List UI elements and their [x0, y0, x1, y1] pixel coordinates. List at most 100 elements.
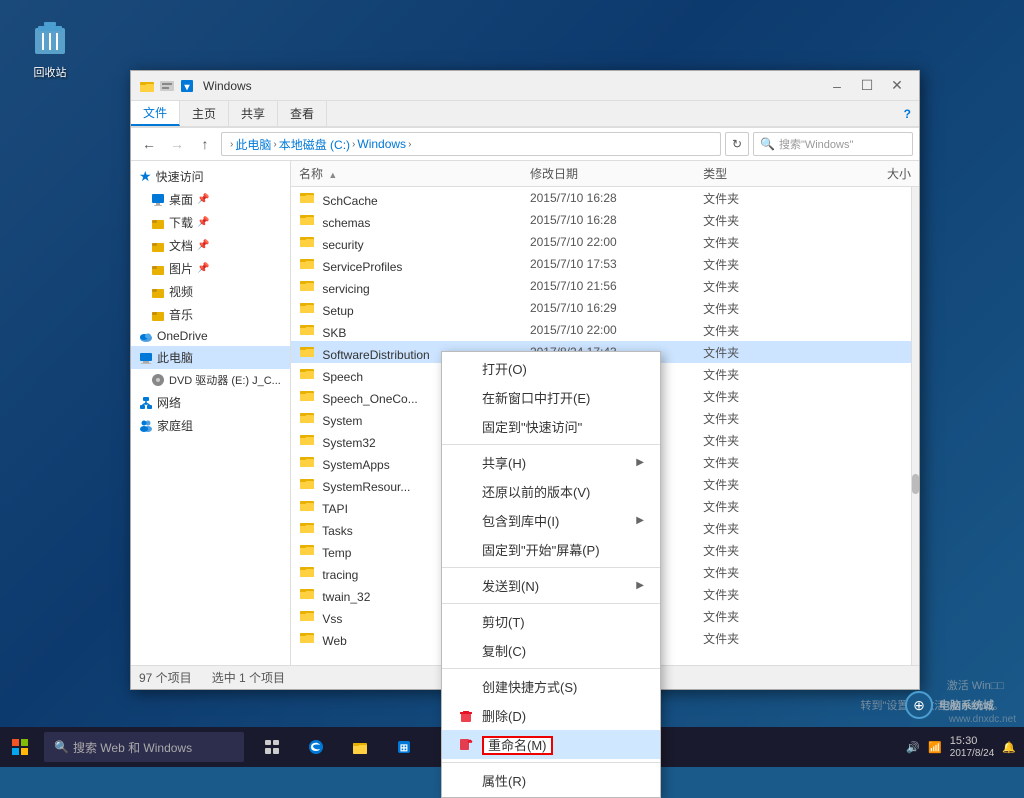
folder-icon — [299, 282, 315, 296]
table-row[interactable]: ServiceProfiles 2015/7/10 17:53 文件夹 — [291, 253, 919, 275]
recycle-bin-icon[interactable]: 回收站 — [20, 20, 80, 80]
menu-icon — [458, 542, 474, 558]
tab-share[interactable]: 共享 — [229, 101, 278, 126]
sidebar-item-thispc[interactable]: 此电脑 — [131, 346, 290, 369]
window-controls: – ☐ ✕ — [823, 74, 911, 98]
site-logo-icon: ⊕ — [905, 691, 933, 719]
context-menu-item[interactable]: 删除(D) — [442, 701, 660, 730]
context-menu-item[interactable]: 包含到库中(I)▶ — [442, 506, 660, 535]
menu-icon — [458, 614, 474, 630]
folder-icon — [299, 326, 315, 340]
status-count: 97 个项目 — [139, 669, 192, 686]
table-row[interactable]: schemas 2015/7/10 16:28 文件夹 — [291, 209, 919, 231]
close-button[interactable]: ✕ — [883, 74, 911, 98]
forward-button[interactable]: → — [165, 132, 189, 156]
context-menu-item[interactable]: 创建快捷方式(S) — [442, 672, 660, 701]
table-row[interactable]: servicing 2015/7/10 21:56 文件夹 — [291, 275, 919, 297]
file-name: security — [299, 233, 530, 252]
context-menu-item[interactable]: 重命名(M) — [442, 730, 660, 759]
sidebar-item-dvd[interactable]: DVD 驱动器 (E:) J_C... — [131, 369, 290, 391]
chevron-icon-2: › — [271, 139, 278, 150]
maximize-button[interactable]: ☐ — [853, 74, 881, 98]
minimize-button[interactable]: – — [823, 74, 851, 98]
quick-access-icon: ▾ — [179, 78, 195, 94]
tab-view[interactable]: 查看 — [278, 101, 327, 126]
context-menu-item[interactable]: 固定到"快速访问" — [442, 412, 660, 441]
file-type: 文件夹 — [703, 322, 818, 339]
table-row[interactable]: SchCache 2015/7/10 16:28 文件夹 — [291, 187, 919, 209]
sidebar-item-pictures[interactable]: 图片 📌 — [131, 257, 290, 280]
logo-symbol: ⊕ — [913, 697, 925, 714]
tab-home[interactable]: 主页 — [180, 101, 229, 126]
scrollbar-track[interactable] — [911, 187, 919, 665]
menu-icon — [458, 361, 474, 377]
menu-item-label: 复制(C) — [482, 641, 526, 660]
notification-btn[interactable]: 🔔 — [1002, 741, 1016, 754]
breadcrumb-computer[interactable]: 此电脑 — [235, 136, 271, 153]
sidebar-item-onedrive[interactable]: OneDrive — [131, 326, 290, 346]
col-type-header[interactable]: 类型 — [703, 165, 818, 182]
col-size-header[interactable]: 大小 — [819, 165, 911, 182]
table-row[interactable]: SKB 2015/7/10 22:00 文件夹 — [291, 319, 919, 341]
tab-file[interactable]: 文件 — [131, 101, 180, 126]
up-button[interactable]: ↑ — [193, 132, 217, 156]
sidebar-item-quickaccess[interactable]: ★ 快速访问 — [131, 165, 290, 188]
context-menu-item[interactable]: 在新窗口中打开(E) — [442, 383, 660, 412]
address-path[interactable]: › 此电脑 › 本地磁盘 (C:) › Windows › — [221, 132, 721, 156]
start-button[interactable] — [0, 727, 40, 767]
sidebar-item-downloads[interactable]: 下载 📌 — [131, 211, 290, 234]
back-button[interactable]: ← — [137, 132, 161, 156]
menu-item-label: 创建快捷方式(S) — [482, 677, 577, 696]
system-tray[interactable]: 🔊 — [906, 741, 920, 754]
help-button[interactable]: ? — [896, 101, 919, 126]
file-date: 2015/7/10 16:28 — [530, 213, 703, 227]
scrollbar-thumb[interactable] — [912, 474, 919, 494]
context-menu-item[interactable]: 发送到(N)▶ — [442, 571, 660, 600]
context-menu-item[interactable]: 打开(O) — [442, 354, 660, 383]
store-button[interactable]: ⊞ — [384, 727, 424, 767]
search-icon: 🔍 — [760, 137, 775, 151]
breadcrumb-windows[interactable]: Windows — [357, 137, 406, 151]
context-menu-item[interactable]: 复制(C) — [442, 636, 660, 665]
task-view-button[interactable] — [252, 727, 292, 767]
explorer-button[interactable] — [340, 727, 380, 767]
sidebar-item-documents[interactable]: 文档 📌 — [131, 234, 290, 257]
folder-icon — [299, 216, 315, 230]
breadcrumb-drive[interactable]: 本地磁盘 (C:) — [279, 136, 350, 153]
col-name-header[interactable]: 名称 ▲ — [299, 165, 530, 182]
submenu-arrow: ▶ — [636, 515, 644, 526]
taskbar-right: 🔊 📶 15:302017/8/24 🔔 — [906, 735, 1024, 759]
task-view-icon — [263, 738, 281, 756]
folder-icon — [299, 502, 315, 516]
recycle-bin-label: 回收站 — [34, 64, 67, 80]
sidebar-item-music[interactable]: 音乐 — [131, 303, 290, 326]
pictures-folder-icon — [151, 262, 165, 276]
file-type: 文件夹 — [703, 256, 818, 273]
context-menu-item[interactable]: 固定到"开始"屏幕(P) — [442, 535, 660, 564]
network-tray[interactable]: 📶 — [928, 741, 942, 754]
context-menu-item[interactable]: 共享(H)▶ — [442, 448, 660, 477]
context-menu-item[interactable]: 属性(R) — [442, 766, 660, 795]
col-date-header[interactable]: 修改日期 — [530, 165, 703, 182]
submenu-arrow: ▶ — [636, 457, 644, 468]
table-row[interactable]: security 2015/7/10 22:00 文件夹 — [291, 231, 919, 253]
menu-item-label: 发送到(N) — [482, 576, 539, 595]
computer-icon — [139, 351, 153, 365]
file-name: Setup — [299, 299, 530, 318]
search-box[interactable]: 🔍 搜索"Windows" — [753, 132, 913, 156]
file-type: 文件夹 — [703, 520, 818, 537]
context-menu-item[interactable]: 还原以前的版本(V) — [442, 477, 660, 506]
sidebar-item-desktop[interactable]: 桌面 📌 — [131, 188, 290, 211]
refresh-button[interactable]: ↻ — [725, 132, 749, 156]
context-menu-item[interactable]: 剪切(T) — [442, 607, 660, 636]
edge-button[interactable] — [296, 727, 336, 767]
menu-separator — [442, 603, 660, 604]
clock[interactable]: 15:302017/8/24 — [950, 735, 995, 759]
table-row[interactable]: Setup 2015/7/10 16:29 文件夹 — [291, 297, 919, 319]
sidebar-item-network[interactable]: 网络 — [131, 391, 290, 414]
taskbar-search[interactable]: 🔍 搜索 Web 和 Windows — [44, 732, 244, 762]
sidebar-item-videos[interactable]: 视频 — [131, 280, 290, 303]
delete-icon — [458, 708, 474, 724]
sidebar-item-homegroup[interactable]: 家庭组 — [131, 414, 290, 437]
menu-item-label: 删除(D) — [482, 706, 526, 725]
